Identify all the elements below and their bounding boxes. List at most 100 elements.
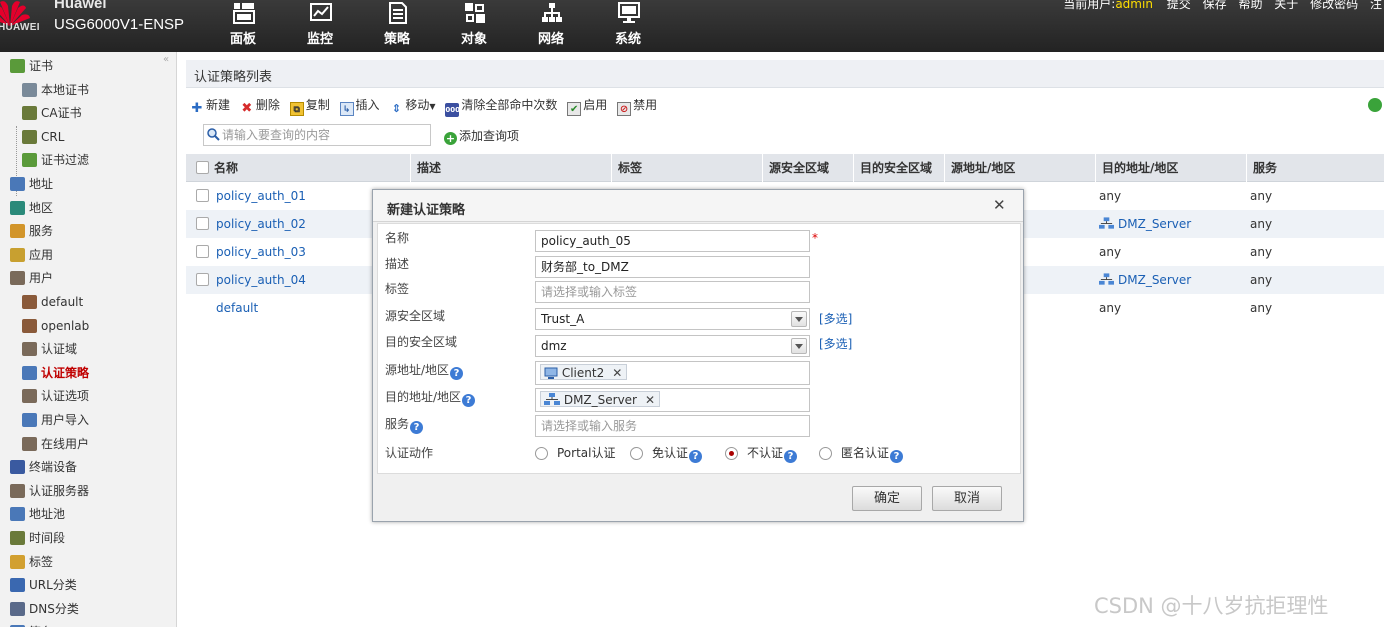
sidebar-item[interactable]: 在线用户	[22, 434, 89, 454]
chevron-down-icon[interactable]	[791, 338, 807, 354]
nav-monitor[interactable]: 监控	[288, 0, 352, 52]
help-icon[interactable]: ?	[410, 421, 424, 434]
collapse-sidebar-icon[interactable]: «	[163, 54, 169, 65]
auth-action-radio[interactable]	[725, 447, 738, 460]
auth-action-radio[interactable]	[535, 447, 548, 460]
ok-button[interactable]: 确定	[852, 486, 922, 511]
auth-action-option-label[interactable]: Portal认证	[557, 446, 615, 460]
dest-zone-select[interactable]: dmz	[535, 335, 810, 357]
policy-name-link[interactable]: default	[216, 294, 258, 322]
sidebar-item[interactable]: 终端设备	[10, 457, 77, 477]
sidebar-item[interactable]: 地址池	[10, 504, 65, 524]
sidebar-item[interactable]: 用户	[10, 268, 53, 288]
tag-input[interactable]: 请选择或输入标签	[535, 281, 810, 303]
sidebar-item[interactable]: 签名	[10, 622, 53, 627]
chevron-down-icon[interactable]	[791, 311, 807, 327]
policy-name-link[interactable]: policy_auth_02	[216, 210, 306, 238]
name-input[interactable]: policy_auth_05	[535, 230, 810, 252]
sidebar-item[interactable]: CA证书	[22, 103, 82, 123]
auth-action-radio[interactable]	[819, 447, 832, 460]
auth-action-option-label[interactable]: 不认证?	[747, 446, 798, 463]
remove-tag-icon[interactable]: ✕	[612, 366, 622, 380]
column-header[interactable]: 名称	[208, 154, 238, 182]
help-link[interactable]: 帮助	[1238, 0, 1262, 11]
help-icon[interactable]: ?	[462, 394, 476, 407]
column-header[interactable]: 目的安全区域	[853, 154, 932, 182]
disable-button[interactable]: ⊘ 禁用	[617, 96, 657, 116]
sidebar-item[interactable]: CRL	[22, 127, 64, 147]
policy-doc-icon	[389, 2, 407, 24]
move-button[interactable]: ⇕ 移动▼	[389, 96, 436, 116]
column-header[interactable]: 标签	[611, 154, 642, 182]
dest-address-cell[interactable]: DMZ_Server	[1099, 210, 1191, 238]
auth-action-option-label[interactable]: 免认证?	[652, 446, 703, 463]
commit-link[interactable]: 提交	[1167, 0, 1191, 11]
logout-link[interactable]: 注	[1370, 0, 1382, 11]
description-input[interactable]: 财务部_to_DMZ	[535, 256, 810, 278]
row-checkbox[interactable]	[196, 217, 209, 230]
auth-action-radio[interactable]	[630, 447, 643, 460]
clear-hits-button[interactable]: 000清除全部命中次数	[445, 96, 557, 117]
remove-tag-icon[interactable]: ✕	[645, 393, 655, 407]
sidebar-item[interactable]: 用户导入	[22, 410, 89, 430]
nav-object[interactable]: 对象	[442, 0, 506, 52]
nav-network[interactable]: 网络	[519, 0, 583, 52]
source-zone-select[interactable]: Trust_A	[535, 308, 810, 330]
row-checkbox[interactable]	[196, 189, 209, 202]
change-password-link[interactable]: 修改密码	[1310, 0, 1358, 11]
sidebar-item[interactable]: 认证策略	[22, 363, 89, 383]
close-icon[interactable]: ✕	[993, 196, 1006, 214]
nav-system[interactable]: 系统	[596, 0, 660, 52]
cancel-button[interactable]: 取消	[932, 486, 1002, 511]
row-checkbox[interactable]	[196, 245, 209, 258]
dest-zone-multi-select-link[interactable]: [多选]	[819, 335, 852, 352]
policy-name-link[interactable]: policy_auth_03	[216, 238, 306, 266]
column-header[interactable]: 描述	[410, 154, 441, 182]
sidebar-item[interactable]: default	[22, 292, 83, 312]
column-header[interactable]: 源安全区域	[762, 154, 829, 182]
sidebar-item[interactable]: 地区	[10, 198, 53, 218]
sidebar-item[interactable]: URL分类	[10, 575, 77, 595]
dest-address-cell[interactable]: DMZ_Server	[1099, 266, 1191, 294]
policy-name-link[interactable]: policy_auth_04	[216, 266, 306, 294]
sidebar-item[interactable]: 地址	[10, 174, 53, 194]
column-header[interactable]: 服务	[1246, 154, 1277, 182]
sidebar-item[interactable]: 证书	[10, 56, 53, 76]
copy-button[interactable]: ⧉ 复制	[289, 96, 330, 116]
service-input[interactable]: 请选择或输入服务	[535, 415, 810, 437]
sidebar-item[interactable]: 标签	[10, 552, 53, 572]
help-icon[interactable]: ?	[689, 450, 703, 463]
refresh-icon[interactable]	[1368, 98, 1382, 112]
help-icon[interactable]: ?	[890, 450, 904, 463]
search-input[interactable]: 请输入要查询的内容	[203, 124, 431, 146]
sidebar-item[interactable]: openlab	[22, 316, 89, 336]
nav-policy[interactable]: 策略	[365, 0, 429, 52]
help-icon[interactable]: ?	[450, 367, 464, 380]
sidebar-item[interactable]: 证书过滤	[22, 150, 89, 170]
source-zone-multi-select-link[interactable]: [多选]	[819, 310, 852, 327]
help-icon[interactable]: ?	[784, 450, 798, 463]
sidebar-item[interactable]: 认证选项	[22, 386, 89, 406]
sidebar-item[interactable]: 时间段	[10, 528, 65, 548]
delete-button[interactable]: ✖ 删除	[240, 96, 279, 116]
dest-address-input[interactable]: DMZ_Server ✕	[535, 388, 810, 412]
policy-name-link[interactable]: policy_auth_01	[216, 182, 306, 210]
row-checkbox[interactable]	[196, 273, 209, 286]
column-header[interactable]: 目的地址/地区	[1095, 154, 1178, 182]
about-link[interactable]: 关于	[1274, 0, 1298, 11]
source-address-input[interactable]: Client2 ✕	[535, 361, 810, 385]
nav-dashboard[interactable]: 面板	[211, 0, 275, 52]
enable-button[interactable]: ✔ 启用	[567, 96, 607, 116]
sidebar-item[interactable]: 认证域	[22, 339, 77, 359]
sidebar-item[interactable]: 服务	[10, 221, 53, 241]
sidebar-item[interactable]: DNS分类	[10, 599, 79, 619]
new-button[interactable]: ✚ 新建	[190, 96, 230, 116]
sidebar-item[interactable]: 认证服务器	[10, 481, 89, 501]
sidebar-item[interactable]: 应用	[10, 245, 53, 265]
add-query-button[interactable]: + 添加查询项	[444, 127, 519, 145]
auth-action-option-label[interactable]: 匿名认证?	[841, 446, 904, 463]
insert-button[interactable]: ↳ 插入	[339, 96, 380, 116]
column-header[interactable]: 源地址/地区	[944, 154, 1015, 182]
sidebar-item[interactable]: 本地证书	[22, 80, 89, 100]
save-link[interactable]: 保存	[1203, 0, 1227, 11]
